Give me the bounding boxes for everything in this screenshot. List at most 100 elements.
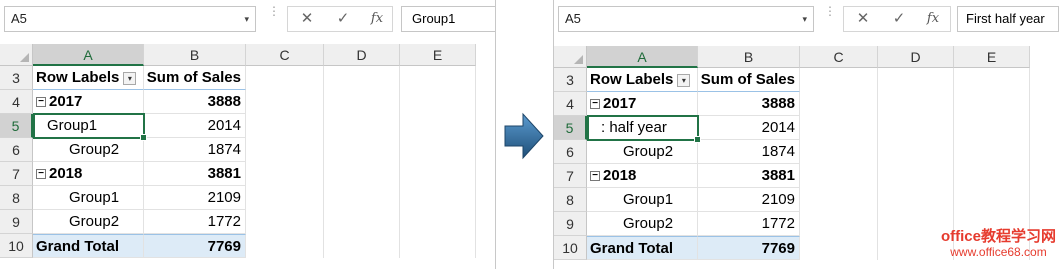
cancel-icon[interactable]: ✕ — [292, 7, 322, 31]
collapse-icon[interactable]: − — [36, 97, 46, 107]
year-label: 2018 — [49, 165, 83, 182]
year-label: 2018 — [603, 167, 637, 184]
pivot-value-cell[interactable]: 2014 — [698, 116, 800, 140]
row-header-3[interactable]: 3 — [0, 66, 33, 90]
filter-dropdown-icon[interactable]: ▾ — [677, 74, 691, 87]
row-header-4[interactable]: 4 — [554, 92, 587, 116]
empty-column-c[interactable] — [800, 68, 878, 260]
formula-bar: A5 ▾ ⋮ ✕ ✓ fx Group1 — [0, 0, 495, 44]
empty-column-d[interactable] — [324, 66, 400, 258]
pivot-year-2018[interactable]: −2018 — [587, 164, 698, 188]
row-header-6[interactable]: 6 — [554, 140, 587, 164]
pivot-value-cell[interactable]: 3888 — [698, 92, 800, 116]
row-header-6[interactable]: 6 — [0, 138, 33, 162]
pivot-row-labels-header[interactable]: Row Labels ▾ — [587, 68, 698, 92]
active-cell-border — [587, 115, 701, 143]
pivot-value-cell[interactable]: 3888 — [144, 90, 246, 114]
row-header-10[interactable]: 10 — [0, 234, 33, 258]
name-box[interactable]: A5 ▾ — [558, 6, 814, 32]
active-cell-border — [33, 113, 147, 141]
pivot-value-cell[interactable]: 3881 — [144, 162, 246, 186]
watermark-url: www.office68.com — [950, 245, 1047, 259]
collapse-icon[interactable]: − — [590, 171, 600, 181]
pivot-value-cell[interactable]: 2109 — [144, 186, 246, 210]
transition-arrow-icon — [504, 112, 544, 160]
grand-total-value[interactable]: 7769 — [144, 234, 246, 258]
column-header-d[interactable]: D — [878, 46, 954, 68]
empty-column-e[interactable] — [400, 66, 476, 258]
pivot-group-cell[interactable]: Group2 — [33, 210, 144, 234]
column-header-a[interactable]: A — [33, 44, 144, 66]
watermark-title: office教程学习网 — [940, 228, 1056, 245]
grand-total-value[interactable]: 7769 — [698, 236, 800, 260]
row-header-5[interactable]: 5 — [554, 116, 587, 140]
column-header-e[interactable]: E — [954, 46, 1030, 68]
pivot-sum-header[interactable]: Sum of Sales — [698, 68, 800, 92]
select-all-corner[interactable] — [0, 44, 33, 66]
pivot-value-cell[interactable]: 1874 — [698, 140, 800, 164]
row-header-9[interactable]: 9 — [554, 212, 587, 236]
pivot-group-cell[interactable]: Group1 — [33, 186, 144, 210]
collapse-icon[interactable]: − — [590, 99, 600, 109]
select-all-corner[interactable] — [554, 46, 587, 68]
name-box-value: A5 — [565, 11, 581, 26]
collapse-icon[interactable]: − — [36, 169, 46, 179]
pivot-value-cell[interactable]: 1772 — [698, 212, 800, 236]
row-header-5[interactable]: 5 — [0, 114, 33, 138]
grand-total-label[interactable]: Grand Total — [33, 234, 144, 258]
pivot-group-cell[interactable]: Group1 — [587, 188, 698, 212]
year-label: 2017 — [603, 95, 637, 112]
pivot-year-2017[interactable]: −2017 — [587, 92, 698, 116]
before-panel: A5 ▾ ⋮ ✕ ✓ fx Group1 A B C D E 3 4 5 6 7… — [0, 0, 496, 269]
pivot-year-2018[interactable]: −2018 — [33, 162, 144, 186]
formula-input[interactable]: Group1 — [401, 6, 495, 32]
pivot-group-cell[interactable]: Group2 — [587, 212, 698, 236]
row-header-8[interactable]: 8 — [0, 186, 33, 210]
enter-icon[interactable]: ✓ — [328, 7, 358, 31]
column-header-a[interactable]: A — [587, 46, 698, 68]
row-header-7[interactable]: 7 — [554, 164, 587, 188]
enter-icon[interactable]: ✓ — [884, 7, 914, 31]
empty-column-c[interactable] — [246, 66, 324, 258]
column-header-d[interactable]: D — [324, 44, 400, 66]
watermark: office教程学习网 www.office68.com — [941, 228, 1056, 259]
pivot-row-labels-header[interactable]: Row Labels ▾ — [33, 66, 144, 90]
column-header-c[interactable]: C — [800, 46, 878, 68]
column-header-b[interactable]: B — [144, 44, 246, 66]
name-box[interactable]: A5 ▾ — [4, 6, 256, 32]
formula-buttons: ✕ ✓ fx — [843, 6, 951, 32]
formula-bar-grip-icon[interactable]: ⋮ — [824, 5, 836, 17]
cancel-icon[interactable]: ✕ — [848, 7, 878, 31]
insert-function-icon[interactable]: fx — [918, 7, 948, 31]
pivot-value-cell[interactable]: 1874 — [144, 138, 246, 162]
pivot-value-cell[interactable]: 3881 — [698, 164, 800, 188]
pivot-value-cell[interactable]: 2014 — [144, 114, 246, 138]
name-box-dropdown-icon[interactable]: ▾ — [244, 7, 249, 31]
pivot-group-cell[interactable]: Group2 — [33, 138, 144, 162]
filter-dropdown-icon[interactable]: ▾ — [123, 72, 137, 85]
after-panel: A5 ▾ ⋮ ✕ ✓ fx First half year A B C D E … — [553, 0, 1062, 269]
name-box-value: A5 — [11, 11, 27, 26]
column-header-c[interactable]: C — [246, 44, 324, 66]
pivot-group-cell[interactable]: Group2 — [587, 140, 698, 164]
pivot-value-cell[interactable]: 1772 — [144, 210, 246, 234]
row-labels-text: Row Labels — [590, 71, 674, 88]
formula-buttons: ✕ ✓ fx — [287, 6, 393, 32]
formula-input[interactable]: First half year — [957, 6, 1059, 32]
row-header-7[interactable]: 7 — [0, 162, 33, 186]
name-box-dropdown-icon[interactable]: ▾ — [802, 7, 807, 31]
pivot-sum-header[interactable]: Sum of Sales — [144, 66, 246, 90]
formula-bar-grip-icon[interactable]: ⋮ — [268, 5, 280, 17]
column-header-b[interactable]: B — [698, 46, 800, 68]
pivot-value-cell[interactable]: 2109 — [698, 188, 800, 212]
row-header-3[interactable]: 3 — [554, 68, 587, 92]
pivot-year-2017[interactable]: −2017 — [33, 90, 144, 114]
row-header-8[interactable]: 8 — [554, 188, 587, 212]
grand-total-label[interactable]: Grand Total — [587, 236, 698, 260]
row-header-9[interactable]: 9 — [0, 210, 33, 234]
row-header-10[interactable]: 10 — [554, 236, 587, 260]
insert-function-icon[interactable]: fx — [362, 7, 392, 31]
column-header-e[interactable]: E — [400, 44, 476, 66]
row-header-4[interactable]: 4 — [0, 90, 33, 114]
year-label: 2017 — [49, 93, 83, 110]
